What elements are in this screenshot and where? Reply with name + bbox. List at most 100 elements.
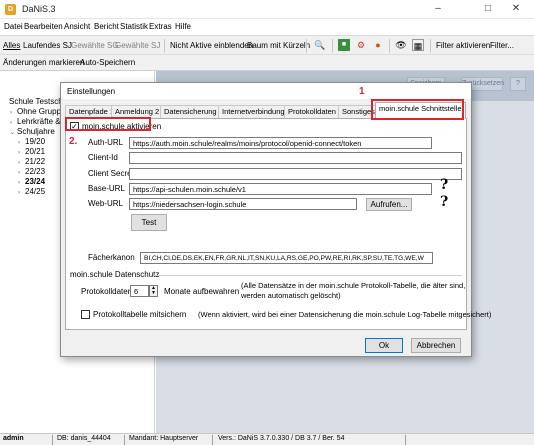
settings-dialog: Einstellungen ✓ moin.schule aktivieren A… (60, 82, 491, 357)
protokolltabelle-mitsichern-checkbox[interactable] (81, 310, 90, 319)
menu-extras[interactable]: Extras (149, 22, 172, 31)
menu-statistik[interactable]: Statistik (120, 22, 148, 31)
tree-expander-icon[interactable]: › (18, 160, 25, 166)
menu-bearbeiten[interactable]: Bearbeiten (24, 22, 63, 31)
tab-datensicherung[interactable]: Datensicherung (160, 105, 221, 118)
web-url-help-icon[interactable]: ? (440, 194, 448, 210)
tab-panel-moin-schule: ✓ moin.schule aktivieren Auth-URL https:… (65, 118, 491, 330)
annotation-number-2: 2. (67, 136, 80, 148)
datenschutz-group-title: moin.schule Datenschutz (70, 270, 160, 279)
test-button[interactable]: Test (131, 214, 167, 231)
monate-aufbewahren-label: Monate aufbewahren (164, 287, 240, 296)
client-id-field[interactable] (129, 152, 462, 164)
protokolldaten-label: Protokolldaten (81, 287, 133, 296)
aufrufen-button[interactable]: Aufrufen... (366, 198, 412, 211)
status-divider (52, 435, 53, 445)
laufendes-sj-button[interactable]: Laufendes SJ (23, 41, 72, 50)
status-db: DB: danis_44404 (57, 435, 111, 442)
toolbar-divider (164, 39, 165, 53)
tree-expander-icon[interactable]: › (10, 110, 17, 116)
menu-bericht[interactable]: Bericht (94, 22, 119, 31)
faecherkanon-field[interactable]: BI,CH,CI,DE,DS,EK,EN,FR,GR,NL,IT,SN,KU,L… (140, 252, 433, 264)
annotation-box-tab (371, 99, 464, 120)
tree-expander-icon[interactable]: › (18, 150, 25, 156)
eye-icon[interactable]: 👁 (395, 39, 407, 51)
protokolldaten-note-line2: werden automatisch gelöscht) (241, 291, 341, 300)
tree-item[interactable]: ⌄ Schuljahre (10, 127, 55, 136)
maximize-icon[interactable]: □ (478, 2, 498, 16)
status-mandant: Mandant: Hauptserver (129, 435, 199, 442)
protokolldaten-spinner-value[interactable]: 6 (130, 285, 149, 297)
statistics-icon[interactable]: ● (372, 39, 384, 51)
alles-button[interactable]: Alles (3, 41, 20, 50)
faecherkanon-label: Fächerkanon (88, 253, 135, 262)
report-green-icon[interactable]: ■ (338, 39, 350, 51)
menu-hilfe[interactable]: Hilfe (175, 22, 191, 31)
filter-aktivieren-button[interactable]: Filter aktivieren (436, 41, 490, 50)
web-url-label: Web-URL (88, 199, 123, 208)
auth-url-field[interactable]: https://auth.moin.schule/realms/moins/pr… (129, 137, 432, 149)
filter-menu-button[interactable]: Filter... (490, 41, 514, 50)
search-icon[interactable]: 🔍 (314, 39, 326, 51)
gewaehlte-sg-button[interactable]: Gewählte SG (71, 41, 119, 50)
tree-expander-icon[interactable]: › (18, 190, 25, 196)
auth-url-label: Auth-URL (88, 138, 124, 147)
status-divider (405, 435, 406, 445)
auto-speichern-button[interactable]: Auto-Speichern (80, 58, 135, 67)
toolbar-main: Alles Laufendes SJ Gewählte SG Gewählte … (0, 35, 534, 55)
tree-expander-icon[interactable]: ⌄ (10, 129, 17, 136)
annotation-box-checkbox (65, 117, 151, 131)
client-id-label: Client-Id (88, 153, 118, 162)
tree-expander-icon[interactable]: › (18, 170, 25, 176)
tree-item-label: Schuljahre (17, 127, 55, 136)
menu-ansicht[interactable]: Ansicht (64, 22, 90, 31)
menu-datei[interactable]: Datei (4, 22, 23, 31)
aenderungen-markieren-button[interactable]: Änderungen markieren (3, 58, 84, 67)
status-version: Vers.: DaNiS 3.7.0.330 / DB 3.7 / Ber. 5… (218, 435, 345, 442)
base-url-label: Base-URL (88, 184, 125, 193)
tree-item[interactable]: › 21/22 (18, 157, 45, 166)
tools-icon[interactable]: ⚙ (355, 39, 367, 51)
tree-item-label: 20/21 (25, 147, 46, 156)
annotation-number-1: 1 (357, 86, 367, 98)
toolbar-divider (306, 39, 307, 53)
tree-item-label: 21/22 (25, 157, 46, 166)
close-icon[interactable]: ✕ (506, 2, 526, 16)
menu-bar: Datei Bearbeiten Ansicht Bericht Statist… (0, 19, 534, 35)
tree-item[interactable]: › 23/24 (18, 177, 45, 186)
tab-protokolldaten[interactable]: Protokolldaten (284, 105, 340, 118)
protokolltabelle-mitsichern-label[interactable]: Protokolltabelle mitsichern (93, 310, 186, 319)
tree-item-label: 19/20 (25, 137, 46, 146)
protokolldaten-spinner-arrows[interactable]: ▲ ▼ (149, 285, 158, 297)
protokolltabelle-note: (Wenn aktiviert, wird bei einer Datensic… (198, 310, 492, 319)
tree-expander-icon[interactable]: › (10, 120, 17, 126)
client-secret-field[interactable] (129, 168, 462, 180)
dialog-title-bar: Einstellungen (61, 83, 471, 99)
tree-item[interactable]: › 19/20 (18, 137, 45, 146)
tree-item[interactable]: › 20/21 (18, 147, 45, 156)
gewaehlte-sj-button[interactable]: Gewählte SJ (115, 41, 160, 50)
dialog-title: Einstellungen (67, 87, 116, 96)
tree-expander-icon[interactable]: › (18, 140, 25, 146)
tab-internetverbindung[interactable]: Internetverbindung (218, 105, 289, 118)
toolbar-divider (430, 39, 431, 53)
tree-item[interactable]: › 22/23 (18, 167, 45, 176)
tree-item-label: 22/23 (25, 167, 46, 176)
tree-expander-icon[interactable]: › (18, 180, 25, 186)
baum-mit-kuerzeln-button[interactable]: Baum mit Kürzeln (247, 41, 310, 50)
group-divider (154, 275, 462, 276)
abbrechen-button[interactable]: Abbrechen (411, 338, 461, 353)
web-url-field[interactable]: https://niedersachsen-login.schule (129, 198, 357, 210)
help-icon[interactable]: ? (510, 77, 526, 91)
tree-item[interactable]: › 24/25 (18, 187, 45, 196)
ok-button[interactable]: Ok (365, 338, 403, 353)
base-url-field[interactable]: https://api-schulen.moin.schule/v1 (129, 183, 432, 195)
panel-toggle-icon[interactable]: ▦ (412, 39, 424, 51)
minimize-icon[interactable]: – (428, 2, 448, 16)
base-url-help-icon[interactable]: ? (440, 177, 448, 193)
tree-item[interactable]: Schule Testsch (2, 97, 63, 106)
toolbar-divider (389, 39, 390, 53)
tree-item-label: 23/24 (25, 177, 46, 186)
tree-item-label: Schule Testsch (9, 97, 63, 106)
nicht-aktive-einblenden-button[interactable]: Nicht Aktive einblenden (170, 41, 253, 50)
